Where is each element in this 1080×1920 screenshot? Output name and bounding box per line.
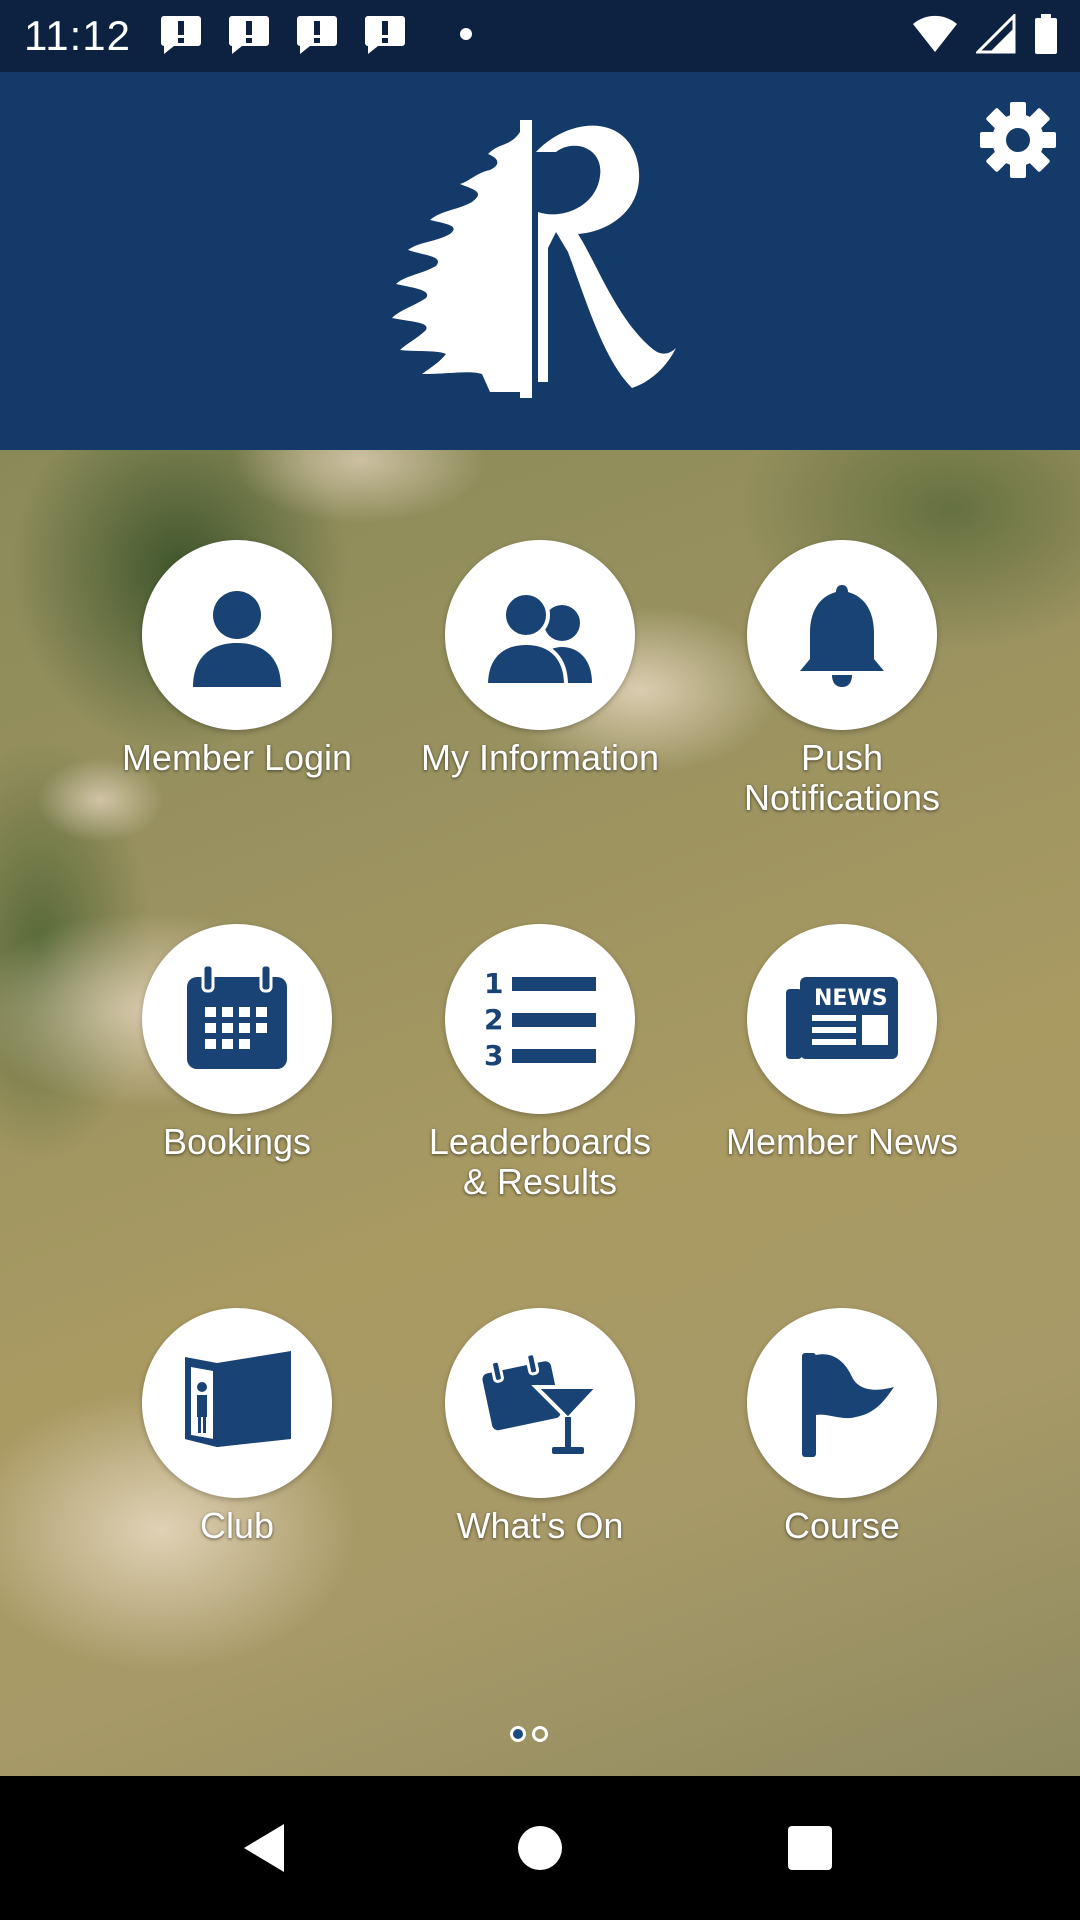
status-bar: 11:12 xyxy=(0,0,1080,72)
status-time: 11:12 xyxy=(24,12,131,59)
map-person-icon xyxy=(185,1351,291,1447)
wifi-icon xyxy=(913,15,957,52)
page-indicator xyxy=(510,1726,548,1742)
svg-text:2: 2 xyxy=(484,1003,503,1036)
numbered-list-icon: 123 xyxy=(484,967,596,1072)
battery-icon xyxy=(1035,14,1057,54)
back-icon[interactable] xyxy=(238,1818,298,1878)
bookings-icon-circle xyxy=(142,924,332,1114)
bookings-label: Bookings xyxy=(162,1121,312,1162)
page-dot-1[interactable] xyxy=(510,1726,526,1742)
member-login-button[interactable]: Member Login xyxy=(87,540,387,778)
my-information-icon-circle xyxy=(445,540,635,730)
people-icon xyxy=(483,591,592,687)
svg-text:3: 3 xyxy=(484,1039,503,1072)
person-icon xyxy=(193,591,281,687)
push-notifications-icon-circle xyxy=(747,540,937,730)
newspaper-icon: NEWS xyxy=(786,977,898,1059)
club-label: Club xyxy=(199,1505,275,1546)
whats-on-icon-circle xyxy=(445,1308,635,1498)
member-login-icon-circle xyxy=(142,540,332,730)
club-logo xyxy=(392,120,676,398)
alert-icon xyxy=(161,16,201,54)
leaderboards-results-label: Leaderboards & Results xyxy=(428,1121,652,1202)
my-information-button[interactable]: My Information xyxy=(390,540,690,778)
gear-icon[interactable] xyxy=(978,100,1058,180)
calendar-cocktail-icon xyxy=(482,1352,600,1454)
calendar-icon xyxy=(187,963,287,1069)
club-button[interactable]: Club xyxy=(87,1308,387,1546)
leaderboards-results-button[interactable]: 123 Leaderboards & Results xyxy=(390,924,690,1202)
leaderboards-results-icon-circle: 123 xyxy=(445,924,635,1114)
course-icon-circle xyxy=(747,1308,937,1498)
member-news-label: Member News xyxy=(725,1121,959,1162)
whats-on-label: What's On xyxy=(456,1505,624,1546)
whats-on-button[interactable]: What's On xyxy=(390,1308,690,1546)
alert-icon xyxy=(297,16,337,54)
svg-text:1: 1 xyxy=(484,967,503,1000)
flag-icon xyxy=(802,1353,894,1457)
my-information-label: My Information xyxy=(420,737,660,778)
system-icons xyxy=(912,14,1058,54)
notification-icons xyxy=(160,14,472,54)
member-login-label: Member Login xyxy=(121,737,353,778)
more-notifications-dot xyxy=(460,28,472,40)
course-label: Course xyxy=(783,1505,901,1546)
push-notifications-label: Push Notifications xyxy=(743,737,941,818)
member-news-button[interactable]: NEWS Member News xyxy=(692,924,992,1162)
system-nav-bar xyxy=(0,1776,1080,1920)
newspaper-icon-text: NEWS xyxy=(814,986,888,1011)
push-notifications-button[interactable]: Push Notifications xyxy=(692,540,992,818)
page-dot-2[interactable] xyxy=(532,1726,548,1742)
club-icon-circle xyxy=(142,1308,332,1498)
signal-icon xyxy=(976,14,1016,54)
bookings-button[interactable]: Bookings xyxy=(87,924,387,1162)
alert-icon xyxy=(365,16,405,54)
member-news-icon-circle: NEWS xyxy=(747,924,937,1114)
alert-icon xyxy=(229,16,269,54)
bell-icon xyxy=(800,585,884,687)
recents-icon[interactable] xyxy=(780,1818,840,1878)
course-button[interactable]: Course xyxy=(692,1308,992,1546)
app-header xyxy=(0,72,1080,450)
home-icon[interactable] xyxy=(510,1818,570,1878)
